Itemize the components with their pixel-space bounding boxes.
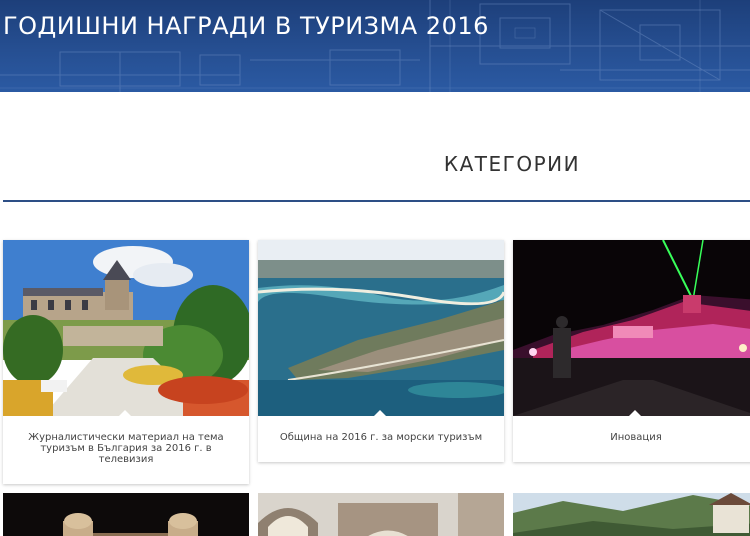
category-photo-5[interactable]	[258, 493, 504, 536]
category-card-6[interactable]	[513, 493, 750, 536]
category-label: Журналистически материал на тема туризъм…	[28, 432, 224, 465]
category-card-4[interactable]	[3, 493, 249, 536]
section-title: КАТЕГОРИИ	[443, 152, 581, 176]
header-banner: ГОДИШНИ НАГРАДИ В ТУРИЗМА 2016	[0, 0, 750, 92]
page-title: ГОДИШНИ НАГРАДИ В ТУРИЗМА 2016	[3, 12, 489, 40]
category-photo-coast[interactable]	[258, 240, 504, 416]
category-label: Община на 2016 г. за морски туризъм	[279, 432, 483, 443]
category-photo-palace[interactable]	[3, 240, 249, 416]
section-divider	[3, 200, 750, 202]
category-label: Иновация	[610, 432, 662, 443]
category-card-seaside-municipality[interactable]: Община на 2016 г. за морски туризъм	[258, 240, 504, 462]
category-photo-4[interactable]	[3, 493, 249, 536]
category-photo-night-fortress[interactable]	[513, 240, 750, 416]
category-card-5[interactable]	[258, 493, 504, 536]
category-card-journalism[interactable]: Журналистически материал на тема туризъм…	[3, 240, 249, 484]
category-card-innovation[interactable]: Иновация	[513, 240, 750, 462]
category-photo-6[interactable]	[513, 493, 750, 536]
